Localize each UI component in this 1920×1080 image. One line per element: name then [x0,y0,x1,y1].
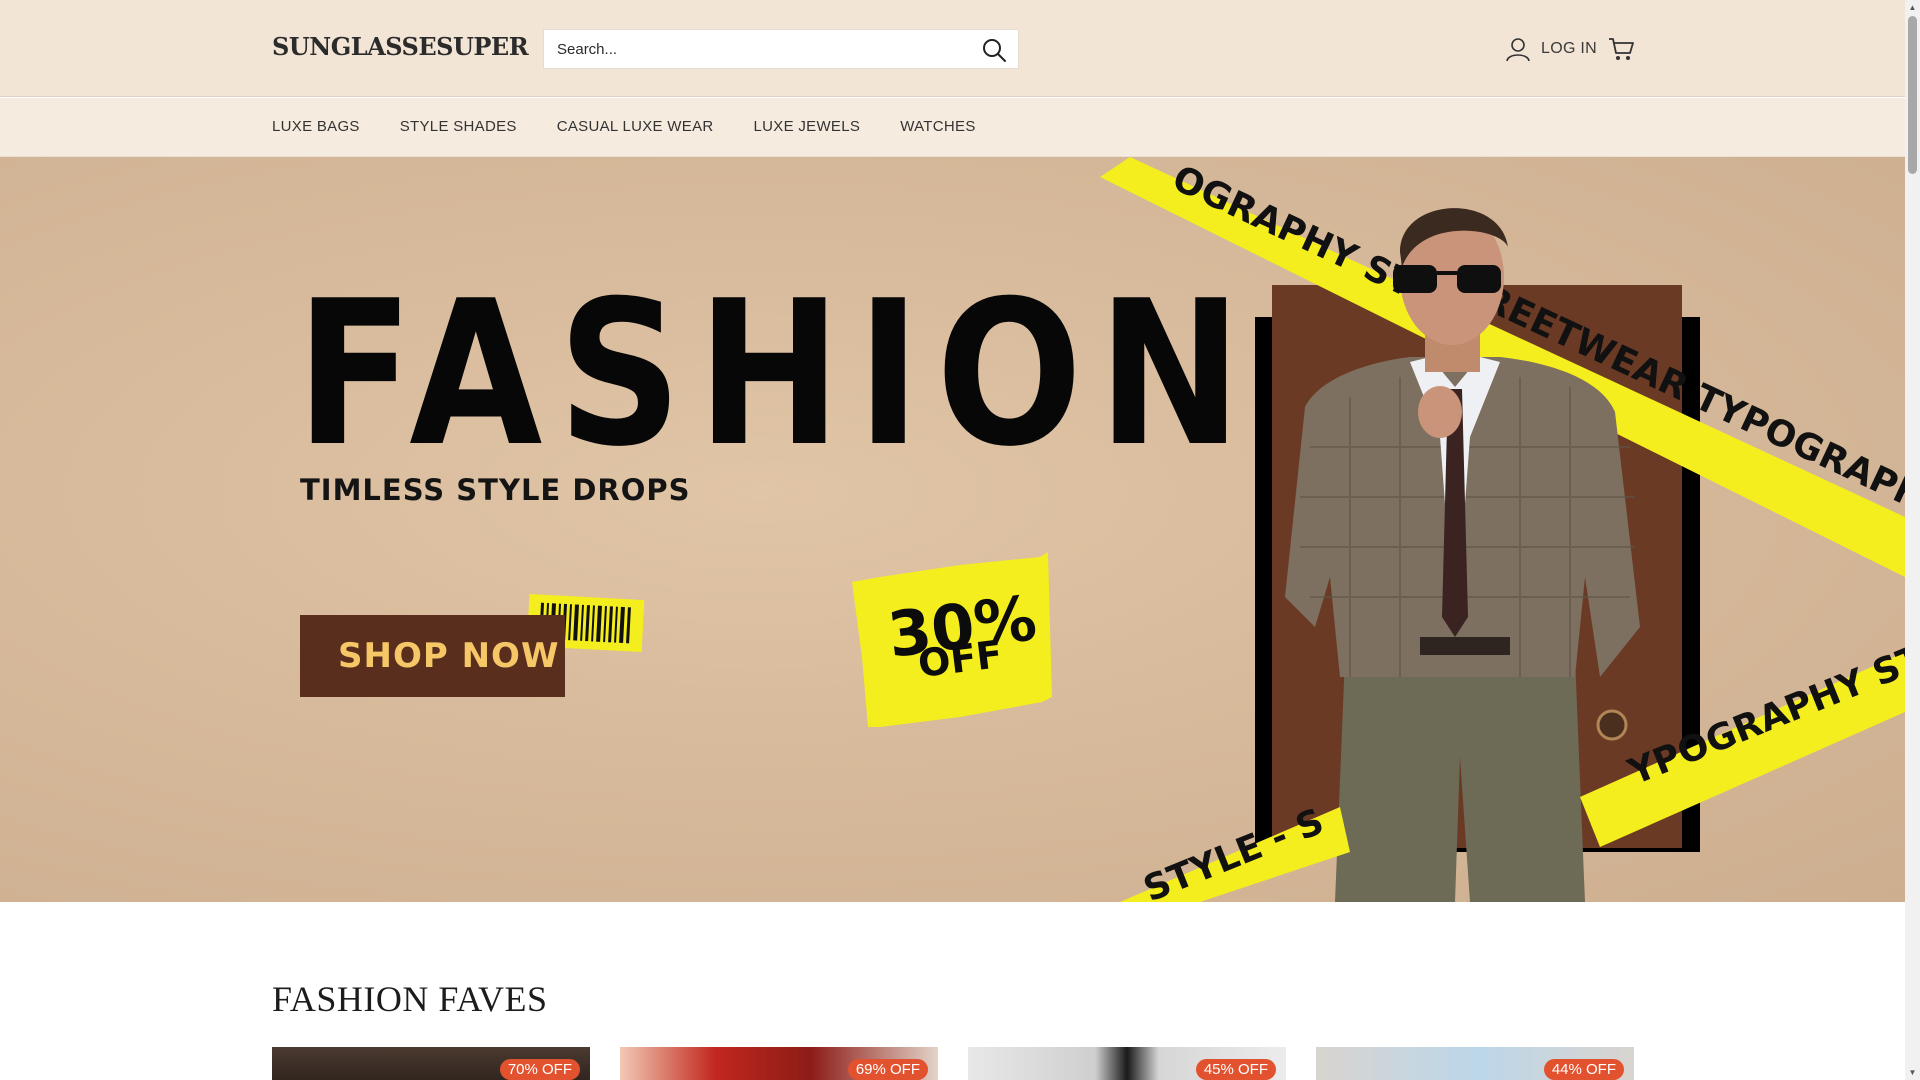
page-scrollbar[interactable]: ▲ ▼ [1905,0,1920,1080]
discount-badge: 45% OFF [1195,1059,1276,1080]
login-link[interactable]: LOG IN [1505,36,1597,62]
product-card[interactable]: 44% OFF [1316,1047,1634,1080]
login-label: LOG IN [1541,40,1598,57]
scroll-down-arrow-icon[interactable]: ▼ [1908,1068,1917,1077]
product-card[interactable]: 70% OFF [272,1047,590,1080]
page: SUNGLASSESUPER LOG IN LUXE BAGS STYLE SH… [0,0,1905,1080]
hero-headline: FASHION [296,258,1258,491]
discount-badge: 44% OFF [1543,1059,1624,1080]
nav-item-watches[interactable]: WATCHES [900,118,975,135]
site-header: SUNGLASSESUPER LOG IN [0,0,1905,97]
product-card[interactable]: 45% OFF [968,1047,1286,1080]
hero-tagline: TIMLESS STYLE DROPS [300,473,691,507]
discount-badge: 70% OFF [499,1059,580,1080]
section-title: FASHION FAVES [272,979,548,1019]
product-card[interactable]: 69% OFF [620,1047,938,1080]
tape-bottom: STYLE - S [1120,801,1350,902]
user-icon [1506,38,1530,62]
main-nav: LUXE BAGS STYLE SHADES CASUAL LUXE WEAR … [0,98,1905,157]
hero-banner[interactable]: OGRAPHY ST REETWEAR TYPOGRAPHY ST [0,157,1905,902]
cart-icon[interactable] [1607,35,1635,63]
discount-badge: 69% OFF [847,1059,928,1080]
nav-item-luxe-jewels[interactable]: LUXE JEWELS [754,118,861,135]
product-grid: 70% OFF 69% OFF 45% OFF 44% OFF [272,1047,1634,1080]
scroll-thumb[interactable] [1908,16,1917,174]
search-bar [543,29,1019,69]
scroll-up-arrow-icon[interactable]: ▲ [1908,3,1917,12]
search-icon[interactable] [980,36,1008,64]
nav-item-style-shades[interactable]: STYLE SHADES [400,118,517,135]
nav-item-casual-luxe-wear[interactable]: CASUAL LUXE WEAR [557,118,714,135]
site-logo[interactable]: SUNGLASSESUPER [272,32,529,61]
shop-now-button[interactable]: SHOP NOW [300,615,565,697]
nav-item-luxe-bags[interactable]: LUXE BAGS [272,118,360,135]
search-input[interactable] [544,30,964,68]
